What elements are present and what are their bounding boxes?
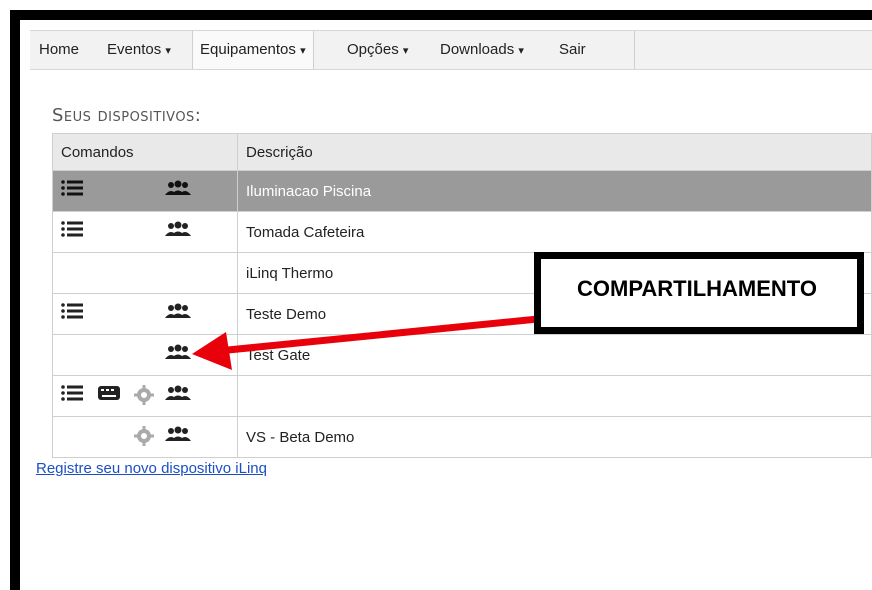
callout-box: COMPARTILHAMENTO: [534, 252, 864, 334]
arrow-head: [192, 332, 232, 370]
callout-label: COMPARTILHAMENTO: [577, 276, 817, 301]
